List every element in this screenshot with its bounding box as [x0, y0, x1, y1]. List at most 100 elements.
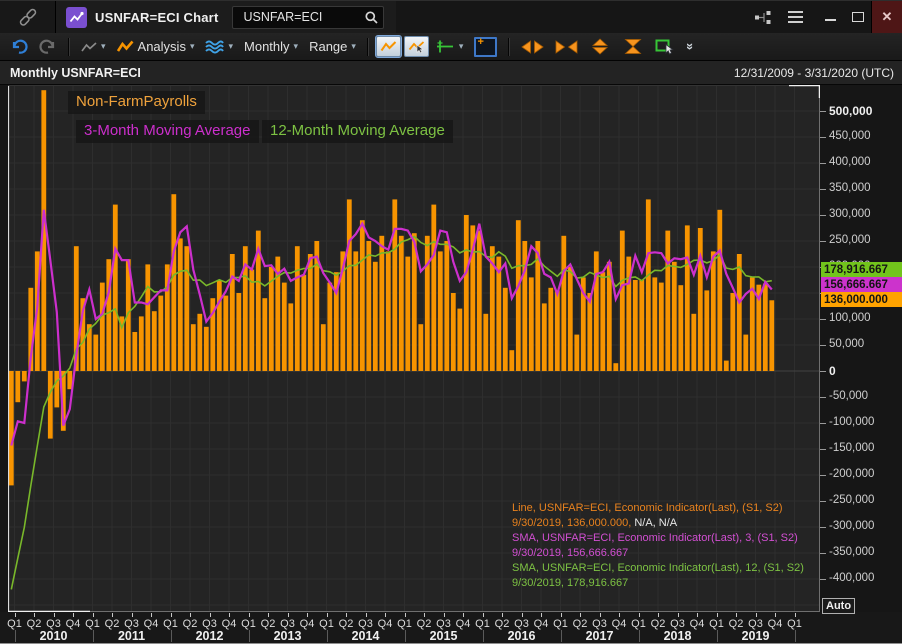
chart-date-range: 12/31/2009 - 3/31/2020 (UTC): [734, 66, 894, 80]
chart-type-button[interactable]: [376, 36, 401, 57]
axis-crosshair-icon: [436, 39, 455, 54]
payrolls-bar: [100, 283, 105, 371]
x-tick-mark: [697, 613, 698, 617]
payrolls-bar: [399, 236, 404, 371]
title-bar: USNFAR=ECI Chart ✕: [0, 0, 902, 34]
payrolls-bar: [366, 241, 371, 371]
collapse-vertical-button[interactable]: [618, 36, 648, 57]
search-icon[interactable]: [364, 10, 379, 25]
x-tick-mark: [502, 613, 503, 617]
collapse-horizontal-button[interactable]: [551, 37, 582, 57]
smoothing-button[interactable]: ▾: [201, 37, 237, 56]
year-separator: [405, 630, 406, 642]
payrolls-bar: [646, 199, 651, 371]
y-tick-label: 350,000: [829, 182, 871, 194]
payrolls-bar: [217, 280, 222, 371]
y-tick-label: 500,000: [829, 104, 872, 118]
payrolls-bar: [431, 205, 436, 371]
x-tick-mark: [54, 613, 55, 617]
payrolls-bar: [132, 332, 137, 371]
quarter-label: Q1: [7, 618, 22, 630]
x-tick-mark: [34, 613, 35, 617]
payrolls-bar: [730, 293, 735, 371]
y-tick-label: -150,000: [829, 442, 874, 454]
payrolls-bar: [48, 371, 53, 439]
payrolls-bar: [594, 251, 599, 371]
toolbar-overflow-icon[interactable]: »: [684, 43, 699, 50]
auto-scale-button[interactable]: Auto: [822, 598, 855, 614]
close-icon: ✕: [882, 9, 893, 25]
quarter-label: Q4: [222, 618, 237, 630]
maximize-icon: [852, 12, 864, 22]
symbol-search-box[interactable]: [232, 6, 384, 29]
quarter-label: Q1: [709, 618, 724, 630]
close-button[interactable]: ✕: [871, 1, 902, 33]
payrolls-bar: [373, 262, 378, 371]
expand-vertical-button[interactable]: [585, 36, 615, 57]
y-tick-label: -100,000: [829, 416, 874, 428]
minimize-button[interactable]: [817, 1, 844, 33]
payrolls-bar: [568, 267, 573, 371]
expand-horizontal-button[interactable]: [517, 37, 548, 57]
y-tick-mark: [820, 111, 826, 112]
x-tick-mark: [307, 613, 308, 617]
y-tick-mark: [820, 371, 826, 372]
y-tick-mark: [820, 397, 826, 398]
payrolls-bar: [444, 241, 449, 371]
title-bar-tools: [740, 1, 817, 33]
quarter-label: Q1: [475, 618, 490, 630]
line-style-icon: [81, 41, 97, 53]
title-bar-spacer: [396, 1, 740, 33]
menu-icon[interactable]: [788, 11, 803, 23]
payrolls-bar: [672, 262, 677, 371]
payrolls-bar: [665, 231, 670, 371]
quarter-label: Q1: [85, 618, 100, 630]
legend-item-sma12[interactable]: 12-Month Moving Average: [262, 120, 453, 143]
year-separator: [561, 630, 562, 642]
payrolls-bar: [659, 283, 664, 371]
range-dropdown[interactable]: Range ▾: [305, 37, 360, 56]
quarter-label: Q1: [787, 618, 802, 630]
redo-button[interactable]: [35, 37, 61, 57]
x-tick-mark: [522, 613, 523, 617]
zoom-select-button[interactable]: [651, 36, 680, 57]
payrolls-bar: [724, 361, 729, 371]
chart-edit-button[interactable]: [404, 36, 429, 57]
axis-settings-button[interactable]: ▾: [432, 37, 468, 56]
x-tick-mark: [15, 613, 16, 617]
payrolls-bar: [548, 288, 553, 371]
waves-icon: [205, 39, 224, 54]
chart-toolbar: ▾ Analysis ▾ ▾ Monthly ▾ Range ▾: [0, 33, 902, 61]
x-tick-mark: [619, 613, 620, 617]
payrolls-bar: [425, 236, 430, 371]
x-tick-mark: [736, 613, 737, 617]
symbol-search-input[interactable]: [241, 9, 364, 25]
year-label: 2012: [196, 629, 224, 643]
legend-item-sma3[interactable]: 3-Month Moving Average: [76, 120, 259, 143]
y-tick-mark: [820, 215, 826, 216]
x-tick-mark: [541, 613, 542, 617]
year-label: 2018: [664, 629, 692, 643]
legend-item-nonfarm-payrolls[interactable]: Non-FarmPayrolls: [68, 91, 205, 114]
x-tick-mark: [405, 613, 406, 617]
undo-button[interactable]: [6, 37, 32, 57]
quarter-label: Q4: [768, 618, 783, 630]
y-tick-mark: [820, 449, 826, 450]
add-pane-button[interactable]: +: [470, 35, 501, 59]
quarter-label: Q4: [300, 618, 315, 630]
payrolls-bar: [561, 236, 566, 371]
payrolls-bar: [769, 300, 774, 371]
analysis-button[interactable]: Analysis ▾: [113, 37, 199, 56]
x-axis[interactable]: Q1Q2Q3Q4Q1Q2Q3Q4Q1Q2Q3Q4Q1Q2Q3Q4Q1Q2Q3Q4…: [0, 612, 902, 644]
payrolls-bar: [236, 293, 241, 371]
linked-windows-icon[interactable]: [754, 10, 772, 25]
x-tick-mark: [658, 613, 659, 617]
y-tick-mark: [820, 163, 826, 164]
channel-link-button[interactable]: [0, 1, 56, 33]
interval-dropdown[interactable]: Monthly ▾: [240, 37, 302, 56]
line-style-button[interactable]: ▾: [77, 39, 110, 55]
maximize-button[interactable]: [844, 1, 871, 33]
add-pane-icon: +: [474, 37, 497, 57]
payrolls-bar: [321, 324, 326, 371]
toolbar-separator: [367, 38, 369, 56]
